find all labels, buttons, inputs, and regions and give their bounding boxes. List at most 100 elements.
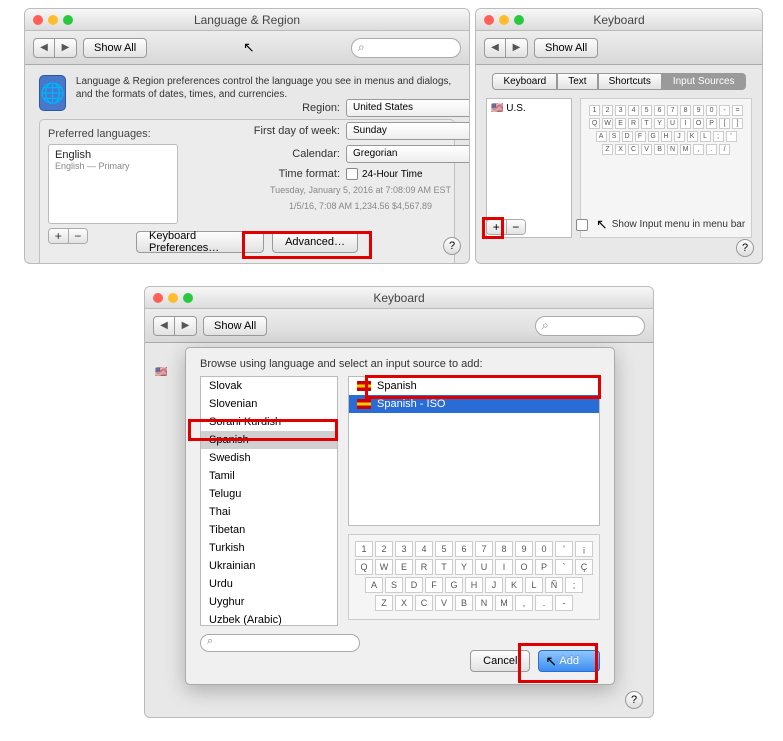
preferred-languages-list[interactable]: English English — Primary: [48, 144, 178, 224]
key: T: [435, 559, 453, 575]
key: J: [485, 577, 503, 593]
language-list[interactable]: SlovakSlovenianSorani KurdishSpanishSwed…: [200, 376, 338, 626]
key: Y: [455, 559, 473, 575]
key: 7: [475, 541, 493, 557]
key: H: [661, 131, 672, 142]
key: /: [719, 144, 730, 155]
add-source-button[interactable]: +: [487, 220, 507, 234]
key: W: [602, 118, 613, 129]
key: F: [425, 577, 443, 593]
back-button[interactable]: ◀: [33, 38, 55, 58]
globe-icon: 🌐: [39, 75, 66, 111]
remove-source-button[interactable]: −: [507, 220, 526, 234]
language-row[interactable]: Sorani Kurdish: [201, 413, 337, 431]
language-row[interactable]: Swedish: [201, 449, 337, 467]
key: Z: [602, 144, 613, 155]
window-title: Keyboard: [373, 291, 424, 305]
key: 6: [654, 105, 665, 116]
key: V: [641, 144, 652, 155]
key: K: [687, 131, 698, 142]
titlebar: Keyboard: [145, 287, 653, 309]
tab-keyboard[interactable]: Keyboard: [492, 73, 557, 90]
input-source-option[interactable]: Spanish: [349, 377, 599, 395]
close-icon[interactable]: [33, 15, 43, 25]
key: ;: [565, 577, 583, 593]
language-item-sub: English — Primary: [55, 161, 171, 171]
tab-shortcuts[interactable]: Shortcuts: [598, 73, 662, 90]
show-all-button[interactable]: Show All: [203, 316, 267, 336]
key: X: [615, 144, 626, 155]
back-button[interactable]: ◀: [484, 38, 506, 58]
zoom-icon[interactable]: [514, 15, 524, 25]
language-row[interactable]: Turkish: [201, 539, 337, 557]
tab-text[interactable]: Text: [557, 73, 597, 90]
key: 5: [435, 541, 453, 557]
region-select[interactable]: United States: [346, 99, 470, 117]
language-row[interactable]: Urdu: [201, 575, 337, 593]
traffic-lights: [25, 15, 73, 25]
keyboard-preferences-button[interactable]: Keyboard Preferences…: [136, 231, 264, 253]
key: ,: [515, 595, 533, 611]
key: M: [680, 144, 691, 155]
show-all-button[interactable]: Show All: [83, 38, 147, 58]
language-row[interactable]: Spanish: [201, 431, 337, 449]
dialog-prompt: Browse using language and select an inpu…: [186, 348, 614, 376]
cancel-button[interactable]: Cancel: [470, 650, 530, 672]
language-row[interactable]: Ukrainian: [201, 557, 337, 575]
input-source-item[interactable]: 🇺🇸 U.S.: [491, 103, 567, 114]
zoom-icon[interactable]: [63, 15, 73, 25]
language-row[interactable]: Telugu: [201, 485, 337, 503]
forward-button[interactable]: ▶: [506, 38, 528, 58]
tab-input-sources[interactable]: Input Sources: [662, 73, 746, 90]
key: .: [535, 595, 553, 611]
remove-language-button[interactable]: −: [69, 229, 88, 243]
24hour-checkbox[interactable]: [346, 168, 358, 180]
language-row[interactable]: Slovak: [201, 377, 337, 395]
toolbar: ◀ ▶ Show All: [145, 309, 653, 343]
language-row[interactable]: Thai: [201, 503, 337, 521]
close-icon[interactable]: [484, 15, 494, 25]
language-item[interactable]: English: [55, 149, 171, 161]
key: Z: [375, 595, 393, 611]
minimize-icon[interactable]: [168, 293, 178, 303]
minimize-icon[interactable]: [499, 15, 509, 25]
forward-button[interactable]: ▶: [55, 38, 77, 58]
key: ;: [713, 131, 724, 142]
back-button[interactable]: ◀: [153, 316, 175, 336]
minimize-icon[interactable]: [48, 15, 58, 25]
calendar-select[interactable]: Gregorian: [346, 145, 470, 163]
dialog-search-input[interactable]: [200, 634, 360, 652]
help-button[interactable]: ?: [443, 237, 461, 255]
language-row[interactable]: Tamil: [201, 467, 337, 485]
key: -: [719, 105, 730, 116]
key: 8: [680, 105, 691, 116]
input-source-option[interactable]: Spanish - ISO: [349, 395, 599, 413]
key: C: [415, 595, 433, 611]
key: O: [693, 118, 704, 129]
help-button[interactable]: ?: [625, 691, 643, 709]
help-button[interactable]: ?: [736, 239, 754, 257]
show-input-menu-checkbox[interactable]: [576, 219, 588, 231]
key: ': [555, 541, 573, 557]
language-row[interactable]: Tibetan: [201, 521, 337, 539]
firstday-label: First day of week:: [235, 125, 340, 137]
firstday-select[interactable]: Sunday: [346, 122, 470, 140]
key: R: [628, 118, 639, 129]
add-button[interactable]: ↖ Add: [538, 650, 600, 672]
add-language-button[interactable]: +: [49, 229, 69, 243]
add-input-source-dialog: Browse using language and select an inpu…: [185, 347, 615, 685]
forward-button[interactable]: ▶: [175, 316, 197, 336]
keyboard-window: Keyboard ◀ ▶ Show All KeyboardTextShortc…: [475, 8, 763, 264]
input-source-options[interactable]: SpanishSpanish - ISO: [348, 376, 600, 526]
search-input[interactable]: [535, 316, 645, 336]
search-input[interactable]: [351, 38, 461, 58]
show-all-button[interactable]: Show All: [534, 38, 598, 58]
language-row[interactable]: Uzbek (Arabic): [201, 611, 337, 626]
key: M: [495, 595, 513, 611]
language-row[interactable]: Uyghur: [201, 593, 337, 611]
zoom-icon[interactable]: [183, 293, 193, 303]
close-icon[interactable]: [153, 293, 163, 303]
language-row[interactable]: Slovenian: [201, 395, 337, 413]
key: [: [719, 118, 730, 129]
advanced-button[interactable]: Advanced…: [272, 231, 358, 253]
